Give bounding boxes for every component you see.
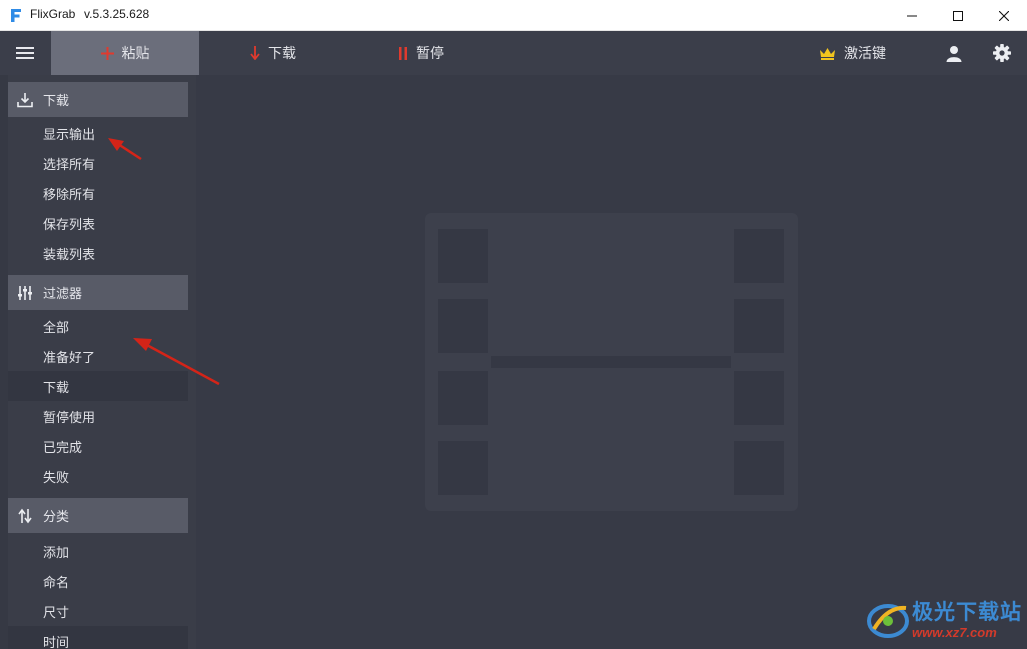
annotation-arrows — [108, 138, 220, 386]
annotation-arrow-2 — [133, 338, 220, 386]
annotation-arrow-1 — [108, 138, 142, 161]
